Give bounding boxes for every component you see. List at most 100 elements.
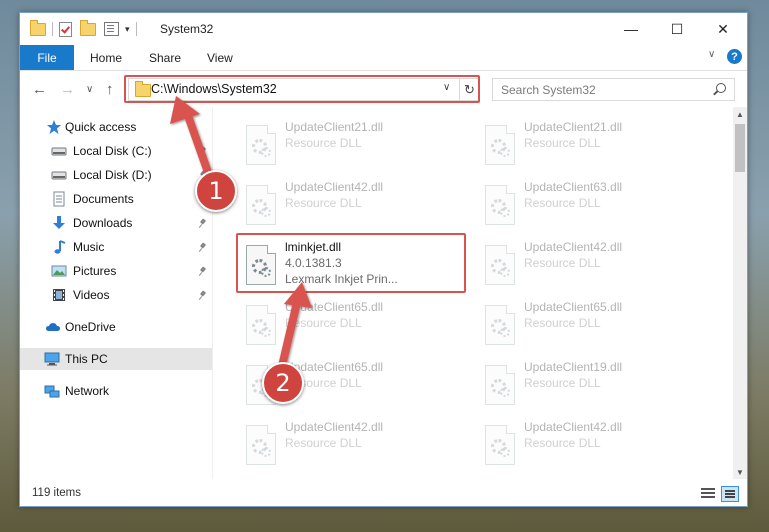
sidebar-item-network[interactable]: Network (20, 380, 212, 402)
file-item[interactable]: UpdateClient21.dll Resource DLL (475, 117, 699, 173)
sidebar-item-music[interactable]: Music (20, 236, 212, 258)
file-description: Resource DLL (285, 436, 362, 450)
sidebar-item-label: OneDrive (65, 320, 116, 334)
dll-file-icon (246, 185, 276, 225)
scrollbar-thumb[interactable] (735, 124, 745, 172)
file-item[interactable]: UpdateClient65.dll Resource DLL (236, 297, 460, 353)
dll-file-icon (485, 425, 515, 465)
file-item[interactable]: UpdateClient65.dll Resource DLL (475, 297, 699, 353)
pin-icon[interactable] (200, 219, 206, 228)
sidebar-item-label: Local Disk (D:) (73, 168, 152, 182)
sidebar-item-videos[interactable]: Videos (20, 284, 212, 306)
recent-locations-chevron-icon[interactable]: ∨ (86, 84, 93, 95)
folder-icon[interactable] (30, 19, 46, 36)
new-folder-icon[interactable] (80, 19, 96, 36)
sidebar-item-local-disk-d[interactable]: Local Disk (D:) (20, 164, 212, 186)
large-icons-view-icon[interactable] (721, 486, 739, 502)
file-item[interactable]: UpdateClient42.dll Resource DLL (475, 417, 699, 473)
dll-file-icon (485, 125, 515, 165)
details-view-icon[interactable] (701, 488, 715, 499)
tab-view[interactable]: View (207, 51, 233, 65)
search-icon[interactable] (716, 83, 726, 93)
dll-file-icon (485, 365, 515, 405)
sidebar-item-this-pc[interactable]: This PC (20, 348, 212, 370)
forward-button[interactable]: → (60, 81, 75, 98)
dll-file-icon (485, 245, 515, 285)
sidebar-item-documents[interactable]: Documents (20, 188, 212, 210)
sidebar-item-label: Local Disk (C:) (73, 144, 152, 158)
step-badge-2: 2 (262, 362, 304, 404)
pin-icon[interactable] (200, 267, 206, 276)
maximize-button[interactable]: ☐ (654, 13, 700, 45)
navigation-pane: Quick access Local Disk (C:) Local Disk … (20, 107, 212, 479)
minimize-button[interactable]: — (608, 13, 654, 45)
sidebar-item-label: Downloads (73, 216, 133, 230)
sidebar-item-quick-access[interactable]: Quick access (20, 116, 212, 138)
search-box[interactable] (492, 78, 735, 101)
file-item[interactable]: UpdateClient42.dll Resource DLL (236, 417, 460, 473)
pin-icon[interactable] (200, 291, 206, 300)
sidebar-item-downloads[interactable]: Downloads (20, 212, 212, 234)
videos-icon (53, 289, 65, 301)
sidebar-item-local-disk-c[interactable]: Local Disk (C:) (20, 140, 212, 162)
star-icon (47, 120, 61, 134)
documents-icon (53, 191, 65, 207)
file-item[interactable]: UpdateClient42.dll Resource DLL (475, 237, 699, 293)
dll-file-icon (246, 305, 276, 345)
file-description: Resource DLL (524, 436, 601, 450)
sidebar-item-onedrive[interactable]: OneDrive (20, 316, 212, 338)
sidebar-item-label: Music (73, 240, 105, 254)
close-button[interactable]: ✕ (700, 13, 746, 45)
sidebar-item-pictures[interactable]: Pictures (20, 260, 212, 282)
sidebar-item-label: Pictures (73, 264, 117, 278)
window-title: System32 (160, 22, 214, 36)
tab-home[interactable]: Home (90, 51, 122, 65)
file-item[interactable]: UpdateClient63.dll Resource DLL (475, 177, 699, 233)
tab-share[interactable]: Share (149, 51, 181, 65)
vertical-scrollbar[interactable]: ▲ ▼ (733, 107, 747, 479)
cloud-icon (46, 323, 60, 331)
file-name: UpdateClient21.dll (285, 120, 384, 134)
dll-file-icon (246, 125, 276, 165)
computer-icon (44, 352, 60, 366)
customize-toolbar-chevron-icon[interactable]: ▾ (125, 24, 130, 35)
expand-ribbon-chevron-icon[interactable]: ∨ (708, 49, 715, 60)
dll-file-icon (485, 185, 515, 225)
toolbar-separator (52, 22, 53, 36)
drive-icon (51, 147, 67, 156)
scroll-up-arrow-icon[interactable]: ▲ (733, 107, 747, 121)
pin-icon[interactable] (200, 147, 206, 156)
music-icon (54, 240, 66, 254)
sidebar-item-label: Quick access (65, 120, 137, 134)
file-description: Resource DLL (524, 376, 601, 390)
checkmark-icon[interactable] (59, 21, 72, 37)
pin-icon[interactable] (200, 243, 206, 252)
file-list: UpdateClient21.dll Resource DLL UpdateCl… (213, 107, 733, 479)
file-name: UpdateClient21.dll (524, 120, 623, 134)
sidebar-item-label: Documents (73, 192, 134, 206)
properties-icon[interactable] (104, 22, 119, 36)
file-item[interactable]: UpdateClient19.dll Resource DLL (475, 357, 699, 413)
pictures-icon (51, 265, 67, 277)
file-name: UpdateClient42.dll (285, 420, 384, 434)
ribbon-tabs: File Home Share View ∨ ? (20, 45, 747, 71)
file-description: Resource DLL (285, 316, 362, 330)
sidebar-item-label: Network (65, 384, 110, 398)
file-description: Resource DLL (524, 316, 601, 330)
up-button[interactable]: ↑ (106, 81, 114, 98)
address-bar-highlight (124, 75, 480, 103)
downloads-icon (53, 216, 65, 229)
network-icon (44, 385, 60, 398)
file-item[interactable]: UpdateClient21.dll Resource DLL (236, 117, 460, 173)
search-input[interactable] (499, 81, 713, 99)
quick-access-toolbar: ▾ (30, 19, 143, 38)
tab-file[interactable]: File (20, 45, 74, 70)
back-button[interactable]: ← (32, 81, 47, 98)
drive-icon (51, 171, 67, 180)
file-name: UpdateClient63.dll (524, 180, 623, 194)
help-icon[interactable]: ? (727, 49, 742, 64)
file-item[interactable]: UpdateClient42.dll Resource DLL (236, 177, 460, 233)
file-highlight (236, 233, 466, 293)
scroll-down-arrow-icon[interactable]: ▼ (733, 465, 747, 479)
file-name: UpdateClient42.dll (524, 240, 623, 254)
